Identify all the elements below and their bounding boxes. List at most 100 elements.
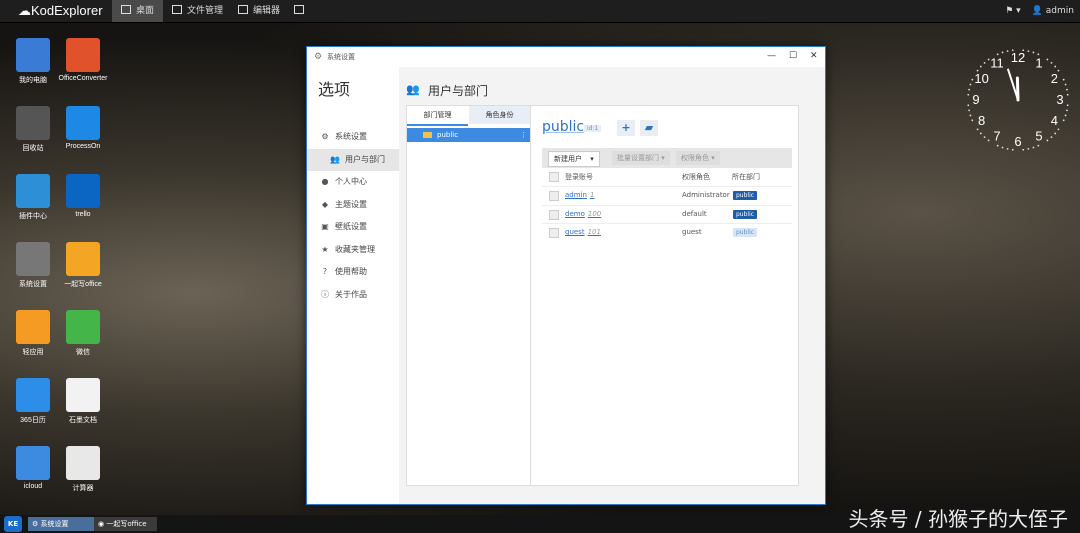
desktop-icon-wechat[interactable]: 微信	[58, 310, 108, 357]
task-settings[interactable]: ⚙ 系统设置	[28, 517, 96, 531]
start-button[interactable]: KE	[4, 516, 22, 532]
user-role: default	[682, 209, 707, 218]
clock-tick	[1011, 148, 1014, 151]
clock-number: 6	[1014, 134, 1021, 149]
flag-icon[interactable]: ⚑ ▾	[1005, 6, 1020, 16]
clock-tick	[1066, 104, 1069, 107]
clock-tick	[1011, 49, 1014, 52]
dept-badge[interactable]: public	[733, 191, 758, 200]
nav-file-manager[interactable]: 文件管理	[163, 0, 232, 22]
clock-tick	[979, 65, 982, 68]
sidebar-item-2[interactable]: ● 个人中心	[307, 171, 399, 193]
add-user-button[interactable]: +	[617, 120, 635, 136]
clock-tick	[1062, 78, 1065, 81]
user-account-link[interactable]: admin 1	[565, 191, 594, 199]
more-icon[interactable]: ⋮	[520, 128, 527, 142]
desktop-icon-computer[interactable]: 我的电脑	[8, 38, 58, 85]
office-converter-icon	[66, 38, 100, 72]
sidebar-item-4[interactable]: ▣ 壁纸设置	[307, 216, 399, 238]
desktop-icon-processon[interactable]: ProcessOn	[58, 106, 108, 150]
clock-tick	[983, 136, 986, 139]
processon-icon	[66, 106, 100, 140]
users-panel: public id:1 + ▰ 新建用户 ▾ 批量设置部门 ▾ 权限角色 ▾ 登…	[531, 106, 798, 485]
user-account-link[interactable]: guest 101	[565, 228, 601, 236]
row-checkbox[interactable]	[549, 209, 559, 220]
trello-icon	[66, 174, 100, 208]
clock-tick	[1064, 114, 1067, 117]
tab-department[interactable]: 部门管理	[407, 106, 468, 126]
minimize-icon[interactable]: —	[767, 51, 776, 61]
dept-badge[interactable]: public	[733, 228, 758, 237]
desktop-icon-icloud[interactable]: icloud	[8, 446, 58, 490]
desktop-icon-settings[interactable]: 系统设置	[8, 242, 58, 289]
sidebar-item-1[interactable]: 👥 用户与部门	[307, 148, 399, 171]
new-user-button[interactable]: 新建用户 ▾	[548, 151, 600, 167]
desktop-icon-yiqixie[interactable]: 一起写office	[58, 242, 108, 289]
desktop-icon-label: 插件中心	[19, 213, 47, 220]
sidebar-item-5[interactable]: ★ 收藏夹管理	[307, 239, 399, 261]
desktop-icon-label: 计算器	[72, 485, 94, 492]
perm-role-button[interactable]: 权限角色 ▾	[676, 151, 720, 165]
sidebar-title: 选项	[318, 80, 351, 99]
clock-tick	[1057, 69, 1060, 72]
header-account: 登录账号	[565, 173, 593, 181]
clock-tick	[1027, 50, 1030, 52]
clock-tick	[1037, 144, 1040, 147]
desktop-icon-trello[interactable]: trello	[58, 174, 108, 218]
desktop-icon-calculator[interactable]: 计算器	[58, 446, 108, 493]
desktop-icon-shimo[interactable]: 石墨文档	[58, 378, 108, 425]
tab-role[interactable]: 角色身份	[469, 106, 530, 124]
clock-tick	[1032, 51, 1035, 54]
desktop-icon-plugin[interactable]: 插件中心	[8, 174, 58, 221]
clock-number: 7	[993, 128, 1000, 143]
user-icon: 👤	[1031, 6, 1043, 16]
clock-tick	[1022, 49, 1025, 52]
row-divider	[542, 223, 792, 224]
wechat-icon	[66, 310, 100, 344]
clock-tick	[1062, 119, 1065, 122]
clock-tick	[1027, 148, 1030, 150]
batch-dept-button[interactable]: 批量设置部门 ▾	[612, 151, 670, 165]
user-menu[interactable]: ⚑ ▾ 👤 admin	[997, 0, 1074, 22]
sidebar-item-7[interactable]: ⓘ 关于作品	[307, 284, 399, 306]
window-titlebar[interactable]: ⚙ 系统设置 — ☐ ✕	[307, 47, 825, 67]
desktop-icon-office-converter[interactable]: OfficeConverter	[58, 38, 108, 82]
desktop-icon-light-app[interactable]: 轻应用	[8, 310, 58, 357]
nav-apps[interactable]	[285, 0, 313, 22]
row-checkbox[interactable]	[549, 228, 559, 238]
select-all-checkbox[interactable]	[549, 172, 559, 182]
clock-tick	[968, 88, 970, 91]
close-icon[interactable]: ✕	[810, 51, 818, 61]
row-divider	[542, 204, 792, 206]
top-bar: ☁KodExplorer 桌面 文件管理 编辑器 ⚑ ▾ 👤 admin	[0, 0, 1080, 23]
grid-icon	[294, 5, 304, 14]
app-logo[interactable]: ☁KodExplorer	[18, 3, 103, 19]
clock-tick	[1006, 148, 1009, 150]
sidebar-item-6[interactable]: ? 使用帮助	[307, 261, 399, 283]
clock-tick	[1054, 132, 1057, 135]
clock-number: 12	[1011, 50, 1025, 65]
desktop-icon-trash[interactable]: 回收站	[8, 106, 58, 153]
user-account-link[interactable]: demo 100	[565, 210, 601, 218]
clock-tick	[976, 128, 979, 131]
task-yiqixie[interactable]: ◉ 一起写office	[94, 517, 157, 531]
desktop-icon	[121, 5, 131, 14]
sidebar-item-3[interactable]: ◆ 主题设置	[307, 194, 399, 216]
row-checkbox[interactable]	[549, 191, 559, 201]
sidebar-item-0[interactable]: ⚙ 系统设置	[307, 126, 399, 148]
tree-item-public[interactable]: public ⋮	[407, 128, 530, 142]
clock-tick	[1066, 109, 1068, 112]
calendar-icon	[16, 378, 50, 412]
desktop-icon-label: trello	[75, 211, 91, 218]
dept-badge[interactable]: public	[733, 209, 758, 219]
desktop-icon-calendar[interactable]: 365日历	[8, 378, 58, 425]
clock-tick	[979, 132, 982, 135]
page-title: 用户与部门	[428, 84, 489, 98]
user-role: guest	[682, 228, 702, 236]
sidebar-item-label: 系统设置	[335, 132, 367, 141]
folder-button[interactable]: ▰	[640, 120, 658, 136]
nav-desktop[interactable]: 桌面	[112, 0, 164, 22]
group-name: public	[542, 119, 585, 135]
maximize-icon[interactable]: ☐	[789, 51, 797, 61]
nav-editor[interactable]: 编辑器	[229, 0, 289, 22]
